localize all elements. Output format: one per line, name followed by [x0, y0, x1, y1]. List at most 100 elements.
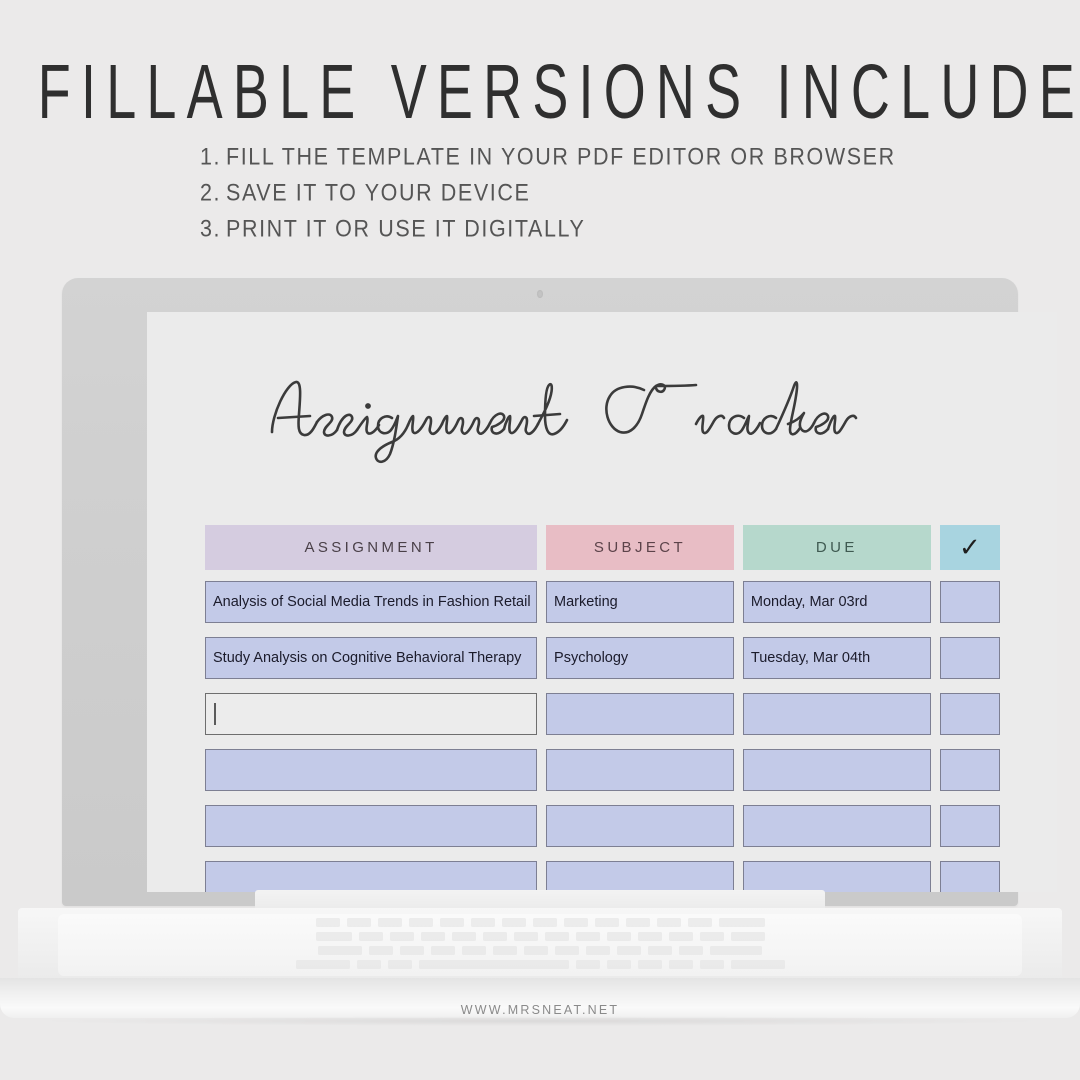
keyboard-key	[699, 932, 724, 941]
done-checkbox[interactable]	[939, 749, 1000, 791]
keyboard-key	[356, 960, 381, 969]
assignment-field[interactable]	[205, 861, 538, 892]
due-field[interactable]	[742, 861, 931, 892]
column-header-done: ✓	[939, 525, 1000, 570]
keyboard-key	[408, 918, 433, 927]
keyboard-key	[387, 960, 412, 969]
due-field[interactable]: Monday, Mar 03rd	[742, 581, 931, 623]
keyboard-key	[524, 946, 548, 955]
keyboard-key	[718, 918, 765, 927]
subject-field[interactable]	[546, 749, 734, 791]
keyboard-key	[420, 932, 445, 941]
keyboard-key	[462, 946, 486, 955]
assignment-table: ASSIGNMENT SUBJECT DUE ✓ Analysis of Soc…	[205, 525, 1000, 892]
step-number: 3.	[200, 215, 222, 242]
due-field[interactable]	[742, 805, 931, 847]
table-row	[205, 749, 1000, 791]
subject-field[interactable]: Psychology	[546, 637, 734, 679]
keyboard-key	[668, 960, 693, 969]
table-row	[205, 861, 1000, 892]
due-field[interactable]	[742, 693, 931, 735]
keyboard-key	[295, 960, 350, 969]
keyboard-key	[625, 918, 650, 927]
keyboard-key	[532, 918, 557, 927]
assignment-field-focused[interactable]	[205, 693, 538, 735]
camera-icon	[537, 290, 543, 298]
keyboard-key	[315, 932, 352, 941]
laptop-lid: ASSIGNMENT SUBJECT DUE ✓ Analysis of Soc…	[62, 278, 1057, 906]
keyboard-key	[637, 932, 662, 941]
keyboard-key	[637, 960, 662, 969]
column-header-subject: SUBJECT	[546, 525, 734, 570]
instruction-steps: 1. FILL THE TEMPLATE IN YOUR PDF EDITOR …	[200, 143, 980, 251]
table-row	[205, 693, 1000, 735]
keyboard-key	[656, 918, 681, 927]
step-text: SAVE IT TO YOUR DEVICE	[226, 179, 531, 206]
keyboard-key	[501, 918, 526, 927]
keyboard-key	[315, 918, 340, 927]
done-checkbox[interactable]	[939, 861, 1000, 892]
list-item: 2. SAVE IT TO YOUR DEVICE	[200, 179, 980, 219]
assignment-field[interactable]	[205, 805, 538, 847]
table-row: Analysis of Social Media Trends in Fashi…	[205, 581, 1000, 623]
keyboard-key	[730, 932, 765, 941]
keyboard-key	[358, 932, 383, 941]
due-field[interactable]	[742, 749, 931, 791]
keyboard-key	[586, 946, 610, 955]
key-row	[95, 932, 985, 941]
column-header-assignment: ASSIGNMENT	[205, 525, 538, 570]
keyboard-key	[346, 918, 371, 927]
list-item: 1. FILL THE TEMPLATE IN YOUR PDF EDITOR …	[200, 143, 980, 183]
document-title	[147, 360, 1057, 470]
keyboard-key	[687, 918, 712, 927]
keyboard-key	[648, 946, 672, 955]
key-row	[95, 918, 985, 927]
step-number: 2.	[200, 179, 222, 206]
site-url: WWW.MRSNEAT.NET	[460, 1003, 620, 1017]
key-row	[95, 946, 985, 955]
keyboard-key	[369, 946, 393, 955]
keyboard-key	[606, 960, 631, 969]
keyboard-key	[470, 918, 495, 927]
table-header-row: ASSIGNMENT SUBJECT DUE ✓	[205, 525, 1000, 570]
subject-field[interactable]: Marketing	[546, 581, 734, 623]
key-row	[95, 960, 985, 969]
table-row: Study Analysis on Cognitive Behavioral T…	[205, 637, 1000, 679]
laptop-mockup: ASSIGNMENT SUBJECT DUE ✓ Analysis of Soc…	[0, 278, 1080, 1026]
text-cursor	[214, 703, 216, 725]
keyboard-key	[418, 960, 569, 969]
step-number: 1.	[200, 143, 222, 170]
done-checkbox[interactable]	[939, 637, 1000, 679]
assignment-field[interactable]: Study Analysis on Cognitive Behavioral T…	[205, 637, 538, 679]
laptop-screen: ASSIGNMENT SUBJECT DUE ✓ Analysis of Soc…	[147, 312, 1057, 892]
keyboard-key	[563, 918, 588, 927]
subject-field[interactable]	[546, 805, 734, 847]
keyboard-key	[555, 946, 579, 955]
done-checkbox[interactable]	[939, 805, 1000, 847]
subject-field[interactable]	[546, 861, 734, 892]
step-text: FILL THE TEMPLATE IN YOUR PDF EDITOR OR …	[226, 143, 896, 170]
keyboard-key	[710, 946, 762, 955]
keyboard-key	[389, 932, 414, 941]
laptop-shadow	[40, 1016, 1040, 1026]
keyboard-key	[679, 946, 703, 955]
check-icon: ✓	[958, 532, 981, 563]
keyboard-key	[617, 946, 641, 955]
table-row	[205, 805, 1000, 847]
keyboard-key	[668, 932, 693, 941]
keyboard-key	[699, 960, 724, 969]
due-field[interactable]: Tuesday, Mar 04th	[742, 637, 931, 679]
keyboard-key	[400, 946, 424, 955]
assignment-field[interactable]	[205, 749, 538, 791]
keyboard-key	[482, 932, 507, 941]
step-text: PRINT IT OR USE IT DIGITALLY	[226, 215, 586, 242]
keyboard-key	[439, 918, 464, 927]
keyboard-key	[606, 932, 631, 941]
done-checkbox[interactable]	[939, 581, 1000, 623]
keyboard-key	[575, 932, 600, 941]
keyboard-key	[544, 932, 569, 941]
keyboard-key	[575, 960, 600, 969]
subject-field[interactable]	[546, 693, 734, 735]
done-checkbox[interactable]	[939, 693, 1000, 735]
assignment-field[interactable]: Analysis of Social Media Trends in Fashi…	[205, 581, 538, 623]
